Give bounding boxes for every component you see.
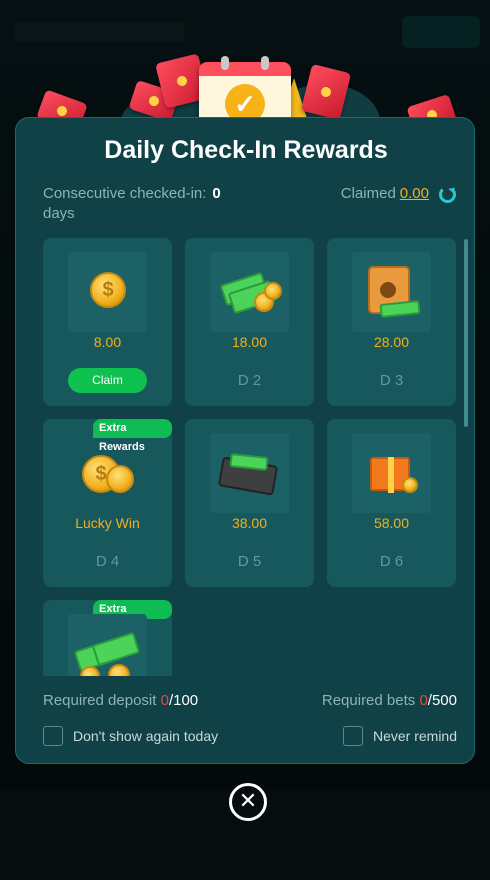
modal-title: Daily Check-In Rewards <box>104 136 388 164</box>
reward-image <box>352 252 431 332</box>
claimed-summary: Claimed 0.00 <box>341 184 456 204</box>
dont-show-today-label: Don't show again today <box>73 728 219 744</box>
consecutive-value: 0 <box>212 185 221 202</box>
reward-image <box>210 433 289 513</box>
reward-image <box>68 614 147 676</box>
refresh-icon[interactable] <box>439 185 456 203</box>
required-bets: Required bets 0/500 <box>322 692 457 709</box>
reward-amount: 58.00 <box>373 515 410 531</box>
reward-amount: 38.00 <box>231 515 268 531</box>
reward-card-day-5[interactable]: 38.00 D 5 <box>185 419 314 587</box>
deposit-current: 0 <box>160 692 169 709</box>
reward-amount: 28.00 <box>373 334 410 350</box>
consecutive-checkin: Consecutive checked-in: 0 days <box>43 184 263 224</box>
coin-icon: $ <box>90 272 126 308</box>
reward-amount: 18.00 <box>231 334 268 350</box>
reward-amount: Lucky Win <box>75 515 140 531</box>
dont-show-today-checkbox[interactable] <box>43 726 63 746</box>
options-row: Don't show again today Never remind <box>43 726 457 746</box>
reward-day-label: D 6 <box>379 553 404 570</box>
consecutive-label: Consecutive checked-in: <box>43 185 207 202</box>
reward-grid[interactable]: $ 8.00 Claim 18.00 D 2 28.00 D 3 Extra R… <box>43 238 469 676</box>
reward-day-label: D 4 <box>95 553 120 570</box>
reward-card-day-3[interactable]: 28.00 D 3 <box>327 238 456 406</box>
claimed-value[interactable]: 0.00 <box>400 184 429 204</box>
grid-scrollbar[interactable] <box>464 239 468 427</box>
reward-card-day-4[interactable]: Extra Rewards $ Lucky Win D 4 <box>43 419 172 587</box>
reward-amount: 8.00 <box>93 334 122 350</box>
check-in-modal: Daily Check-In Rewards Consecutive check… <box>15 117 475 764</box>
reward-day-label: D 2 <box>237 372 262 389</box>
deposit-label: Required deposit <box>43 692 157 709</box>
never-remind-checkbox[interactable] <box>342 726 363 746</box>
reward-image <box>352 433 431 513</box>
reward-image <box>210 252 289 332</box>
dont-show-today-option[interactable]: Don't show again today <box>43 726 218 746</box>
requirements-row: Required deposit 0/100 Required bets 0/5… <box>43 692 457 709</box>
reward-image: $ <box>68 433 147 513</box>
required-deposit: Required deposit 0/100 <box>43 692 198 709</box>
bets-label: Required bets <box>321 692 416 709</box>
consecutive-unit: days <box>43 205 75 222</box>
close-icon[interactable]: ✕ <box>229 783 267 821</box>
reward-image: $ <box>68 252 147 332</box>
reward-card-day-1[interactable]: $ 8.00 Claim <box>43 238 172 406</box>
claim-button[interactable]: Claim <box>68 368 147 393</box>
reward-day-label: D 5 <box>237 553 262 570</box>
deposit-total: /100 <box>168 692 199 709</box>
bets-total: /500 <box>427 692 457 709</box>
reward-card-day-6[interactable]: 58.00 D 6 <box>327 419 456 587</box>
never-remind-option[interactable]: Never remind <box>342 726 457 746</box>
bets-current: 0 <box>419 692 428 709</box>
reward-day-label: D 3 <box>379 372 404 389</box>
never-remind-label: Never remind <box>372 728 457 744</box>
reward-card-day-7[interactable]: Extra Rewards <box>43 600 172 676</box>
claimed-label: Claimed <box>340 185 396 202</box>
reward-card-day-2[interactable]: 18.00 D 2 <box>185 238 314 406</box>
